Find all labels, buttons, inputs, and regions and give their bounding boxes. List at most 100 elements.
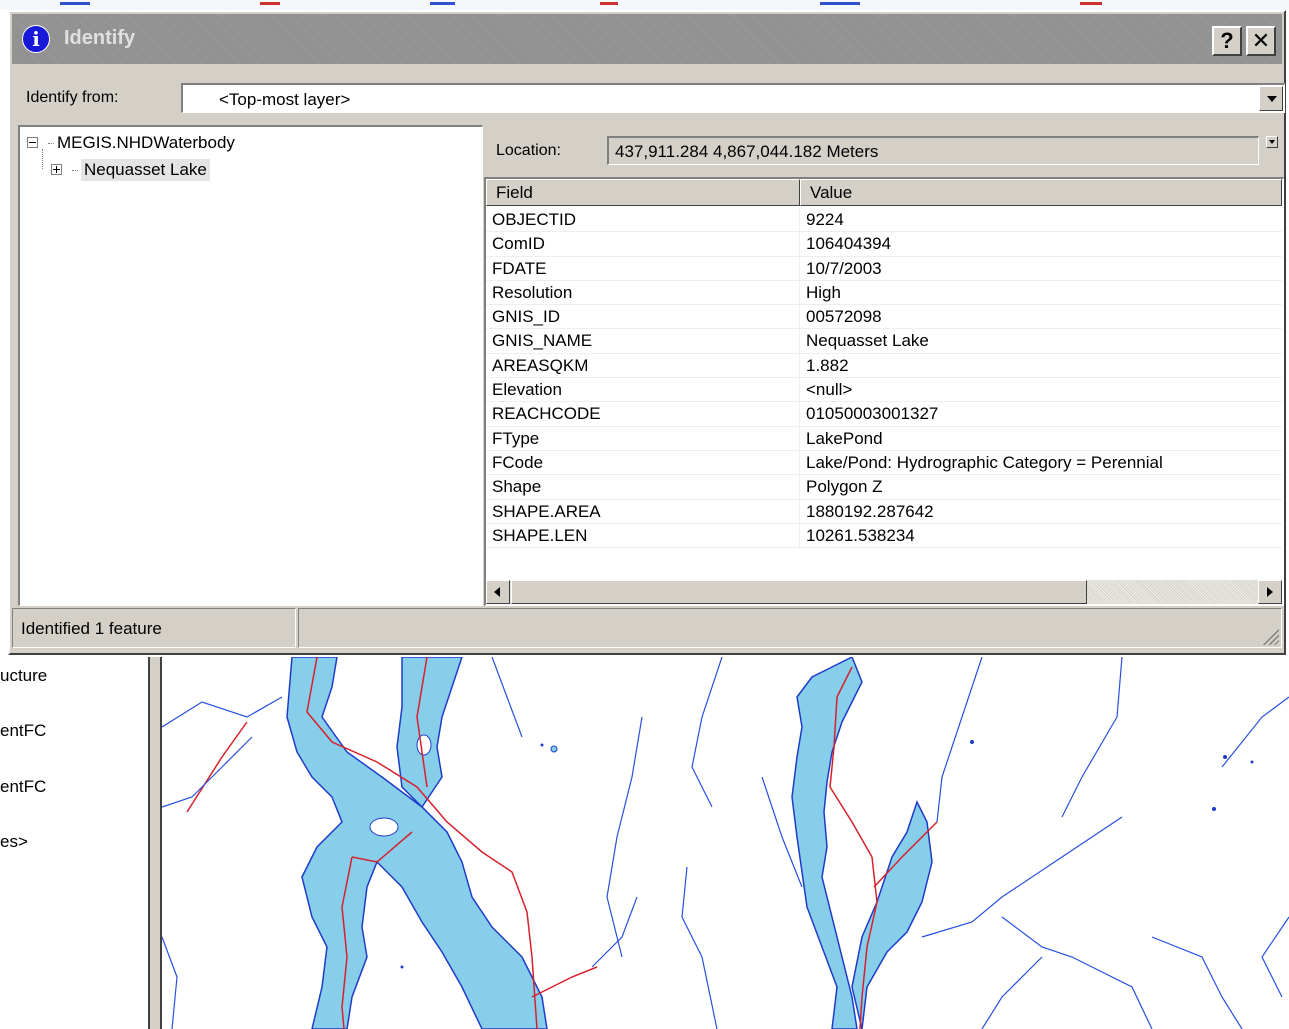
stream [162,736,253,808]
table-row[interactable]: ComID 106404394 [486,232,1282,257]
value-cell: High [806,282,841,302]
stream [162,936,178,1029]
column-separator [799,426,800,450]
value-cell: 9224 [806,210,844,229]
lake-polygon [851,800,933,1029]
pond [970,740,974,744]
column-header-value[interactable]: Value [800,179,1282,206]
stream [491,657,523,738]
scroll-right-icon[interactable] [1258,580,1282,604]
table-row[interactable]: Resolution High [486,280,1282,306]
help-button[interactable]: ? [1212,26,1242,56]
tree-collapse-icon[interactable] [27,137,38,148]
value-cell: 10261.538234 [806,525,915,545]
value-cell: Polygon Z [806,477,883,497]
location-dropdown-button[interactable] [1266,136,1278,148]
field-cell: FCode [492,452,544,472]
field-cell: SHAPE.AREA [492,501,601,521]
column-separator [799,256,800,280]
island [369,817,399,837]
value-cell: 01050003001327 [806,404,939,424]
attribute-grid[interactable]: Field Value OBJECTID 9224 ComID 106404394 FD… [484,177,1284,606]
pond [400,965,404,969]
column-separator [799,305,800,329]
scroll-thumb[interactable] [511,580,1087,604]
tree-feature-node[interactable]: Nequasset Lake [81,159,210,181]
status-panel: Identified 1 feature [12,608,296,648]
field-cell: AREASQKM [492,355,589,375]
column-separator [799,450,800,475]
tree-layer-node[interactable]: MEGIS.NHDWaterbody [57,133,235,153]
table-row[interactable]: SHAPE.AREA 1880192.287642 [486,499,1282,524]
attributes-panel: Location: 437,911.284 4,867,044.182 Mete… [484,125,1284,606]
value-cell: 10/7/2003 [806,258,882,278]
identify-from-value: <Top-most layer> [219,90,351,109]
horizontal-scrollbar[interactable] [486,580,1282,604]
field-cell: OBJECTID [492,210,577,229]
stream [1061,657,1123,818]
identify-from-label: Identify from: [26,89,119,106]
stream [981,956,1043,1029]
pond [1223,755,1227,759]
column-separator [799,232,800,256]
value-cell: LakePond [806,428,883,448]
pane-splitter[interactable] [148,657,162,1029]
column-separator [799,353,800,378]
field-cell: FDATE [492,258,547,278]
field-cell: ComID [492,234,545,254]
flowline [531,966,598,998]
table-row[interactable]: OBJECTID 9224 [486,208,1282,233]
column-header-field[interactable]: Field [486,179,800,206]
table-row[interactable]: FDATE 10/7/2003 [486,256,1282,281]
info-icon: i [22,25,50,53]
identify-from-dropdown[interactable]: <Top-most layer> [181,83,1285,113]
resize-grip-icon[interactable] [1261,627,1279,645]
stream [936,657,983,823]
table-row[interactable]: SHAPE.LEN 10261.538234 [486,523,1282,549]
chevron-down-icon [1267,96,1277,102]
stream [681,866,718,1029]
scroll-left-icon[interactable] [486,580,510,604]
toc-item[interactable]: entFC [0,777,46,797]
pond [550,745,558,753]
grid-rows: OBJECTID 9224 ComID 106404394 FDATE 10/7/2003… [486,208,1282,549]
table-row[interactable]: FType LakePond [486,426,1282,451]
close-button[interactable]: ✕ [1246,26,1276,56]
table-row[interactable]: Elevation <null> [486,378,1282,403]
tree-connector [42,149,43,169]
table-row[interactable]: Shape Polygon Z [486,475,1282,500]
toc-item[interactable]: entFC [0,721,46,741]
column-separator [799,523,800,548]
stream [921,816,1123,938]
field-cell: Shape [492,477,542,497]
field-cell: GNIS_NAME [492,331,593,351]
close-icon: ✕ [1251,28,1271,53]
value-cell: Lake/Pond: Hydrographic Category = Peren… [806,452,1163,472]
table-of-contents: ucture entFC entFC es> [0,657,148,1029]
table-row[interactable]: REACHCODE 01050003001327 [486,402,1282,427]
column-separator [799,499,800,523]
table-row[interactable]: GNIS_ID 00572098 [486,305,1282,330]
column-separator [799,402,800,426]
value-cell: 1880192.287642 [806,501,934,521]
results-tree[interactable]: MEGIS.NHDWaterbody Nequasset Lake [18,125,483,606]
dropdown-button[interactable] [1259,86,1283,111]
map-view[interactable] [162,657,1289,1029]
tree-expand-icon[interactable] [51,164,62,175]
lake-polygon [791,657,863,1029]
value-cell: 1.882 [806,355,849,375]
table-row[interactable]: AREASQKM 1.882 [486,353,1282,379]
location-value: 437,911.284 4,867,044.182 Meters [615,142,879,161]
field-cell: REACHCODE [492,404,601,424]
pond [540,743,544,747]
toc-item[interactable]: es> [0,832,28,852]
title-bar[interactable]: i Identify ? ✕ [12,14,1282,64]
location-label: Location: [496,142,561,159]
column-separator [799,329,800,353]
table-row[interactable]: FCode Lake/Pond: Hydrographic Category = … [486,450,1282,476]
stream [591,896,638,968]
status-panel-right [298,608,1282,648]
stream [1221,696,1289,768]
toc-item[interactable]: ucture [0,666,47,686]
table-row[interactable]: GNIS_NAME Nequasset Lake [486,329,1282,354]
